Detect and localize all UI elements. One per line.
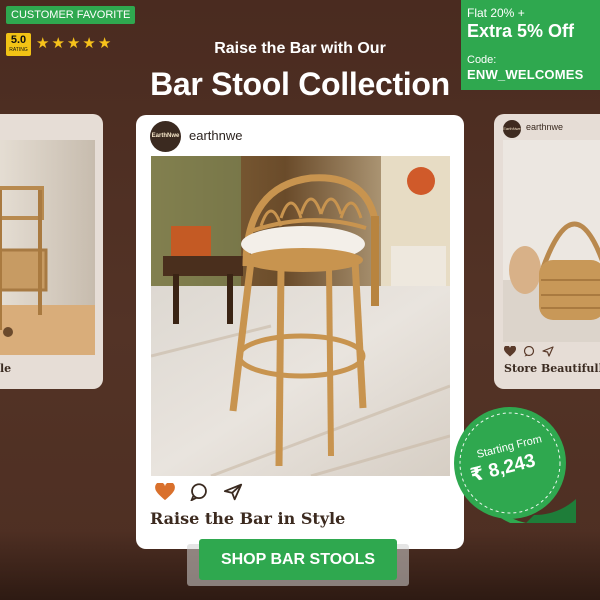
star-icon: ★ [51,35,65,52]
brand-avatar: EarthNwe [150,121,181,152]
basket-photo [503,140,600,342]
offer-line-1: Flat 20% + [467,6,525,20]
star-rating: ★ ★ ★ ★ ★ [36,34,111,54]
heart-icon [504,346,516,357]
post-actions [155,483,243,501]
comment-icon [523,346,535,357]
star-icon: ★ [82,35,96,52]
right-post-card[interactable]: EarthNwe earthnwe Store Beautifully [494,114,600,389]
star-icon: ★ [66,35,81,52]
rating-value: 5.0 [10,34,27,46]
trolley-photo [0,140,95,355]
share-icon[interactable] [223,483,243,501]
main-post-card[interactable]: EarthNwe earthnwe Raise the Bar in Style [136,115,464,549]
rating-badge: 5.0 RATING [6,33,31,56]
brand-avatar: EarthNwe [503,120,521,138]
customer-favorite-badge: CUSTOMER FAVORITE [6,6,136,24]
price-stamp: Starting From ₹ 8,243 [446,403,580,523]
headline-title: Bar Stool Collection [150,66,450,102]
offer-line-2: Extra 5% Off [467,21,575,41]
comment-icon[interactable] [189,483,209,501]
left-post-caption: le [0,362,12,375]
right-post-actions [504,346,554,357]
brand-logo-text: EarthNwe [151,133,180,139]
share-icon [542,346,554,357]
left-post-card[interactable]: le [0,114,103,389]
headline-subtitle: Raise the Bar with Our [214,40,386,57]
heart-icon[interactable] [155,483,175,501]
shop-bar-stools-button[interactable]: SHOP BAR STOOLS [199,539,397,580]
rating-label: RATING [9,47,28,53]
brand-handle[interactable]: earthnwe [189,128,242,143]
post-caption: Raise the Bar in Style [150,509,346,528]
brand-handle: earthnwe [526,122,564,132]
star-icon: ★ [36,35,50,52]
right-post-caption: Store Beautifully [504,362,600,375]
star-icon: ★ [97,35,112,52]
bar-stool-photo [151,156,450,476]
